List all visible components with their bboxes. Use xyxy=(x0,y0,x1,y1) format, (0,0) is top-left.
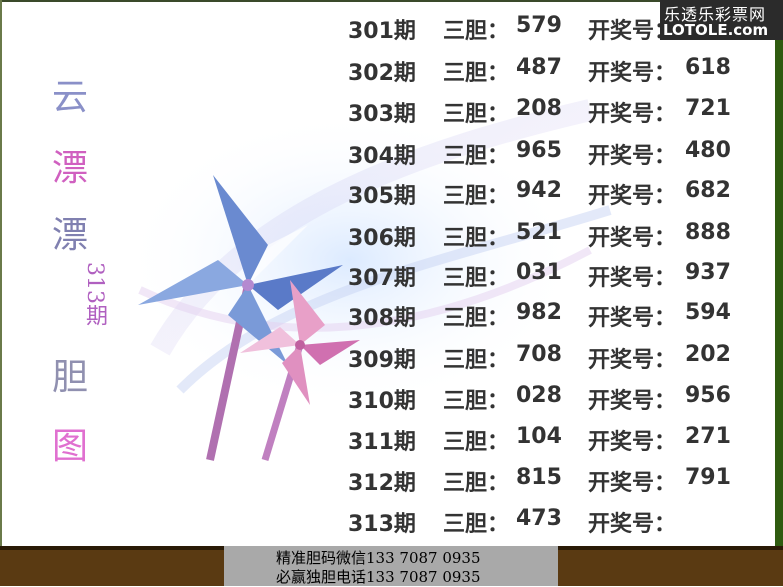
draw-value: 594 xyxy=(685,300,731,325)
three-label: 三胆： xyxy=(443,430,510,455)
three-value: 028 xyxy=(516,383,562,408)
title-char-5: 图 xyxy=(52,426,89,467)
draw-label: 开奖号： xyxy=(588,430,677,455)
draw-label: 开奖号： xyxy=(588,348,677,373)
three-value: 521 xyxy=(516,220,562,245)
draw-label: 开奖号： xyxy=(588,389,677,414)
logo-text-en: LOTOLE.com xyxy=(663,21,769,39)
period-label: 301期 xyxy=(348,19,416,44)
title-char-1: 云 xyxy=(52,77,89,118)
period-label: 302期 xyxy=(348,61,416,86)
right-border xyxy=(775,0,783,546)
draw-value: 271 xyxy=(685,424,731,449)
three-label: 三胆： xyxy=(443,19,510,44)
three-label: 三胆： xyxy=(443,102,510,127)
title-period: 313期 xyxy=(82,262,107,326)
contact-wechat: 精准胆码微信133 7087 0935 xyxy=(276,549,481,567)
period-label: 308期 xyxy=(348,306,416,331)
period-label: 303期 xyxy=(348,102,416,127)
title-char-3: 漂 xyxy=(52,215,89,256)
period-label: 309期 xyxy=(348,348,416,373)
draw-value: 791 xyxy=(685,465,731,490)
three-value: 982 xyxy=(516,300,562,325)
three-value: 815 xyxy=(516,465,562,490)
draw-label: 开奖号： xyxy=(588,471,677,496)
period-label: 312期 xyxy=(348,471,416,496)
period-label: 313期 xyxy=(348,512,416,537)
draw-label: 开奖号： xyxy=(588,144,677,169)
period-label: 304期 xyxy=(348,144,416,169)
three-value: 473 xyxy=(516,506,562,531)
three-value: 208 xyxy=(516,96,562,121)
draw-label: 开奖号： xyxy=(588,306,677,331)
period-label: 306期 xyxy=(348,226,416,251)
title-char-2: 漂 xyxy=(52,148,89,189)
period-label: 311期 xyxy=(348,430,416,455)
draw-value: 618 xyxy=(685,55,731,80)
period-label: 310期 xyxy=(348,389,416,414)
contact-box: 精准胆码微信133 7087 0935 必赢独胆电话133 7087 0935 xyxy=(224,546,558,586)
draw-label: 开奖号： xyxy=(588,184,677,209)
contact-phone: 必赢独胆电话133 7087 0935 xyxy=(276,568,481,586)
draw-value: 937 xyxy=(685,260,731,285)
three-value: 579 xyxy=(516,13,562,38)
draw-value: 202 xyxy=(685,342,731,367)
draw-label: 开奖号： xyxy=(588,102,677,127)
draw-value: 480 xyxy=(685,138,731,163)
draw-label: 开奖号： xyxy=(588,512,677,537)
draw-value: 682 xyxy=(685,178,731,203)
lotole-logo[interactable]: 乐透乐彩票网 LOTOLE.com xyxy=(660,0,783,40)
draw-label: 开奖号： xyxy=(588,266,677,291)
draw-value: 956 xyxy=(685,383,731,408)
three-label: 三胆： xyxy=(443,184,510,209)
three-label: 三胆： xyxy=(443,266,510,291)
left-border xyxy=(0,0,2,546)
three-value: 104 xyxy=(516,424,562,449)
three-label: 三胆： xyxy=(443,348,510,373)
draw-value: 721 xyxy=(685,96,731,121)
three-label: 三胆： xyxy=(443,61,510,86)
three-label: 三胆： xyxy=(443,144,510,169)
three-value: 965 xyxy=(516,138,562,163)
three-label: 三胆： xyxy=(443,306,510,331)
three-label: 三胆： xyxy=(443,389,510,414)
three-label: 三胆： xyxy=(443,512,510,537)
draw-label: 开奖号： xyxy=(588,226,677,251)
three-label: 三胆： xyxy=(443,471,510,496)
draw-label: 开奖号： xyxy=(588,61,677,86)
three-value: 031 xyxy=(516,260,562,285)
period-label: 305期 xyxy=(348,184,416,209)
period-label: 307期 xyxy=(348,266,416,291)
three-value: 487 xyxy=(516,55,562,80)
three-value: 708 xyxy=(516,342,562,367)
draw-value: 888 xyxy=(685,220,731,245)
three-label: 三胆： xyxy=(443,226,510,251)
title-char-4: 胆 xyxy=(52,357,89,398)
three-value: 942 xyxy=(516,178,562,203)
